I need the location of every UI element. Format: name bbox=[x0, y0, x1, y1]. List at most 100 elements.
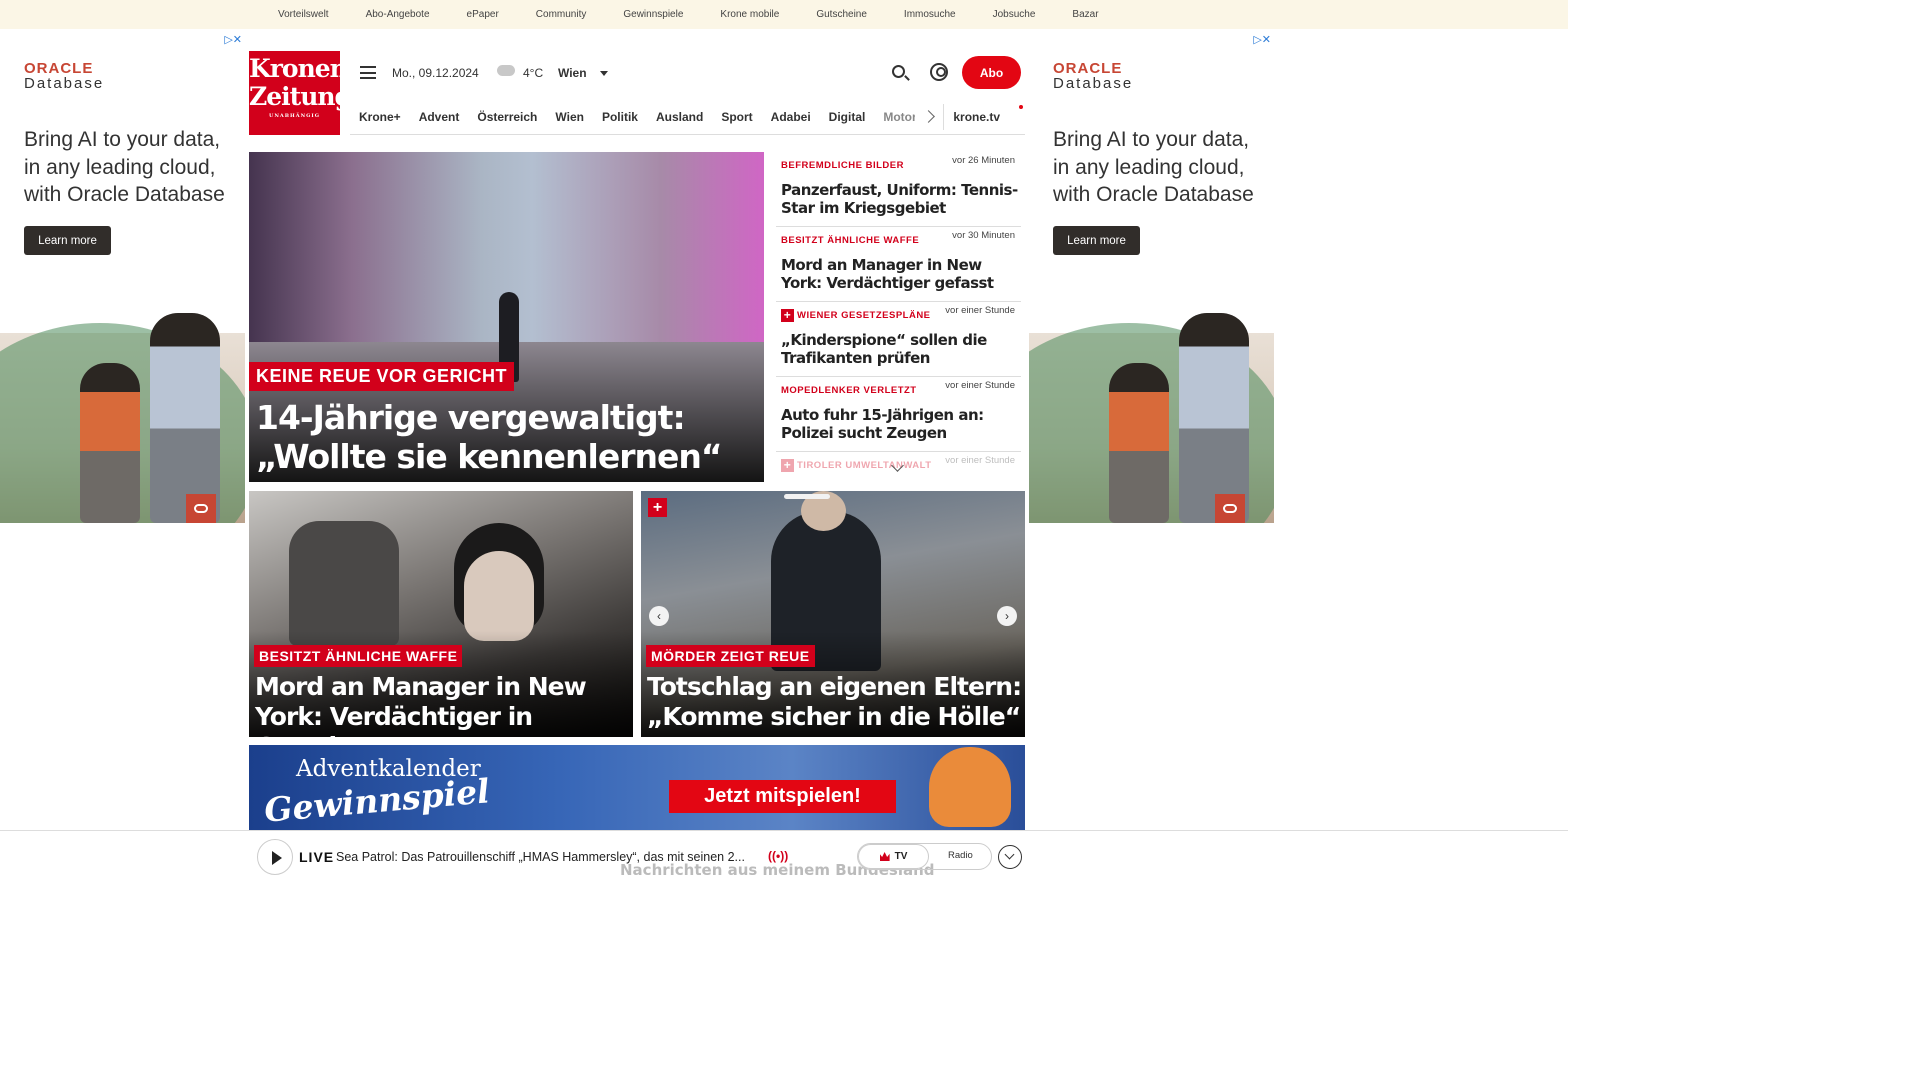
chevron-down-icon[interactable] bbox=[600, 71, 608, 76]
service-link[interactable]: Immosuche bbox=[904, 9, 956, 20]
advent-banner[interactable]: Adventkalender Gewinnspiel Jetzt mitspie… bbox=[249, 745, 1025, 830]
nav-item[interactable]: Krone+ bbox=[359, 110, 401, 124]
nav-divider bbox=[943, 103, 945, 130]
chevron-left-icon[interactable]: ‹ bbox=[649, 606, 669, 626]
ticker-time: vor einer Stunde bbox=[945, 305, 1015, 316]
ticker-item[interactable]: BEFREMDLICHE BILDER vor 26 Minuten Panze… bbox=[776, 152, 1021, 227]
tv-option[interactable]: TV bbox=[858, 844, 929, 869]
service-link[interactable]: Krone mobile bbox=[720, 9, 779, 20]
live-dot-icon bbox=[1019, 105, 1023, 109]
ad-pitch: Bring AI to your data, in any leading cl… bbox=[24, 128, 225, 206]
ticker-item[interactable]: BESITZT ÄHNLICHE WAFFE vor 30 Minuten Mo… bbox=[776, 227, 1021, 302]
nav-item[interactable]: Motor bbox=[883, 110, 915, 124]
krone-logo[interactable]: Kronen Zeitung UNABHÄNGIG bbox=[249, 51, 352, 135]
teaser-card[interactable]: BESITZT ÄHNLICHE WAFFE Mord an Manager i… bbox=[249, 491, 633, 737]
nav-item[interactable]: Adabei bbox=[771, 110, 811, 124]
ticker-time: vor einer Stunde bbox=[945, 380, 1015, 391]
service-nav: Vorteilswelt Abo-Angebote ePaper Communi… bbox=[0, 0, 1568, 29]
nav-item[interactable]: Digital bbox=[829, 110, 866, 124]
cloud-weather-icon bbox=[497, 65, 515, 76]
ticker-kicker: WIENER GESETZESPLÄNE bbox=[797, 310, 931, 321]
live-player-bar: Nachrichten aus meinem Bundesland LIVE S… bbox=[0, 830, 1568, 882]
current-date: Mo., 09.12.2024 bbox=[392, 66, 479, 80]
ticker-item[interactable]: + WIENER GESETZESPLÄNE vor einer Stunde „… bbox=[776, 302, 1021, 377]
city-selector[interactable]: Wien bbox=[558, 66, 587, 80]
right-ad[interactable]: ▷✕ ORACLE Database Bring AI to your data… bbox=[1029, 33, 1274, 523]
tv-radio-toggle[interactable]: TV Radio bbox=[857, 843, 992, 870]
service-link[interactable]: Gewinnspiele bbox=[623, 9, 683, 20]
teaser-headline[interactable]: Mord an Manager in New York: Verdächtige… bbox=[255, 672, 630, 737]
hero-article[interactable]: KEINE REUE VOR GERICHT 14-Jährige vergew… bbox=[249, 152, 764, 482]
adchoices-icon[interactable]: ▷✕ bbox=[221, 33, 245, 46]
nav-item-kronetv[interactable]: krone.tv bbox=[953, 110, 1000, 124]
ad-person bbox=[1179, 313, 1249, 523]
service-link[interactable]: Bazar bbox=[1072, 9, 1098, 20]
ticker-time: vor 30 Minuten bbox=[952, 230, 1015, 241]
ticker-kicker: MOPEDLENKER VERLETZT bbox=[781, 385, 917, 396]
ticker-title[interactable]: Panzerfaust, Uniform: Tennis-Star im Kri… bbox=[781, 181, 1021, 217]
plus-badge-icon: + bbox=[648, 498, 667, 517]
service-link[interactable]: Abo-Angebote bbox=[366, 9, 430, 20]
banner-cta-button[interactable]: Jetzt mitspielen! bbox=[669, 780, 896, 813]
ticker-time: vor einer Stunde bbox=[945, 455, 1015, 466]
chevron-right-icon[interactable]: › bbox=[997, 606, 1017, 626]
ticker-title[interactable]: „Kinderspione“ sollen die Trafikanten pr… bbox=[781, 331, 1021, 367]
service-link[interactable]: Gutscheine bbox=[816, 9, 867, 20]
ticker-item[interactable]: MOPEDLENKER VERLETZT vor einer Stunde Au… bbox=[776, 377, 1021, 452]
ad-brand-sub: Database bbox=[24, 75, 105, 92]
broadcast-icon: ((•)) bbox=[768, 849, 789, 863]
plus-badge-icon: + bbox=[781, 458, 794, 472]
teaser-image-person bbox=[464, 551, 534, 641]
service-link[interactable]: Jobsuche bbox=[993, 9, 1036, 20]
ticker-kicker: TIROLER UMWELTANWALT bbox=[797, 460, 932, 471]
nav-item[interactable]: Politik bbox=[602, 110, 638, 124]
play-icon[interactable] bbox=[257, 839, 293, 875]
hero-headline[interactable]: 14-Jährige vergewaltigt: „Wollte sie ken… bbox=[256, 398, 756, 476]
nav-item[interactable]: Sport bbox=[721, 110, 752, 124]
adchoices-icon[interactable]: ▷✕ bbox=[1250, 33, 1274, 46]
chevron-right-icon[interactable] bbox=[922, 110, 936, 123]
ticker-title[interactable]: Auto fuhr 15-Jährigen an: Polizei sucht … bbox=[781, 406, 1021, 442]
carousel-indicator[interactable] bbox=[784, 494, 830, 499]
service-link[interactable]: Vorteilswelt bbox=[278, 9, 329, 20]
abo-button[interactable]: Abo bbox=[962, 56, 1021, 89]
expand-chevron-icon[interactable] bbox=[998, 845, 1022, 869]
teaser-card[interactable]: + ‹ › MÖRDER ZEIGT REUE Totschlag an eig… bbox=[641, 491, 1025, 737]
ad-person bbox=[150, 313, 220, 523]
nav-item[interactable]: Ausland bbox=[656, 110, 703, 124]
fox-mascot-icon bbox=[929, 747, 1011, 827]
left-ad[interactable]: ▷✕ ORACLE Database Bring AI to your data… bbox=[0, 33, 245, 523]
oracle-icon bbox=[186, 494, 216, 523]
ad-learn-more-button[interactable]: Learn more bbox=[24, 226, 111, 255]
oracle-icon bbox=[1215, 494, 1245, 523]
news-ticker: BEFREMDLICHE BILDER vor 26 Minuten Panze… bbox=[776, 152, 1021, 482]
player-title[interactable]: Sea Patrol: Das Patrouillenschiff „HMAS … bbox=[336, 850, 761, 864]
main-nav: Krone+ Advent Österreich Wien Politik Au… bbox=[350, 99, 1025, 135]
nav-item[interactable]: Advent bbox=[419, 110, 460, 124]
ad-learn-more-button[interactable]: Learn more bbox=[1053, 226, 1140, 255]
teaser-headline[interactable]: Totschlag an eigenen Eltern: „Komme sich… bbox=[647, 672, 1022, 732]
service-link[interactable]: ePaper bbox=[467, 9, 499, 20]
ad-brand-sub: Database bbox=[1053, 75, 1134, 92]
teaser-image-seat bbox=[289, 521, 399, 646]
teaser-kicker: BESITZT ÄHNLICHE WAFFE bbox=[254, 645, 463, 667]
ad-person bbox=[1109, 363, 1169, 523]
search-icon[interactable] bbox=[892, 65, 905, 78]
teaser-kicker: MÖRDER ZEIGT REUE bbox=[646, 645, 815, 667]
ad-person bbox=[80, 363, 140, 523]
logo-tagline: UNABHÄNGIG bbox=[268, 113, 321, 119]
plus-badge-icon: + bbox=[781, 308, 794, 322]
crown-icon bbox=[879, 852, 890, 861]
user-account-icon[interactable] bbox=[930, 63, 948, 81]
hamburger-menu-icon[interactable] bbox=[360, 66, 376, 79]
service-link[interactable]: Community bbox=[536, 9, 587, 20]
temperature: 4°C bbox=[523, 66, 544, 80]
ticker-kicker: BESITZT ÄHNLICHE WAFFE bbox=[781, 235, 920, 246]
ticker-title[interactable]: Mord an Manager in New York: Verdächtige… bbox=[781, 256, 1021, 292]
nav-item[interactable]: Österreich bbox=[477, 110, 537, 124]
ad-pitch: Bring AI to your data, in any leading cl… bbox=[1053, 128, 1254, 206]
nav-item[interactable]: Wien bbox=[555, 110, 584, 124]
ticker-time: vor 26 Minuten bbox=[952, 155, 1015, 166]
logo-line: Zeitung bbox=[249, 82, 352, 111]
radio-option[interactable]: Radio bbox=[948, 850, 973, 861]
